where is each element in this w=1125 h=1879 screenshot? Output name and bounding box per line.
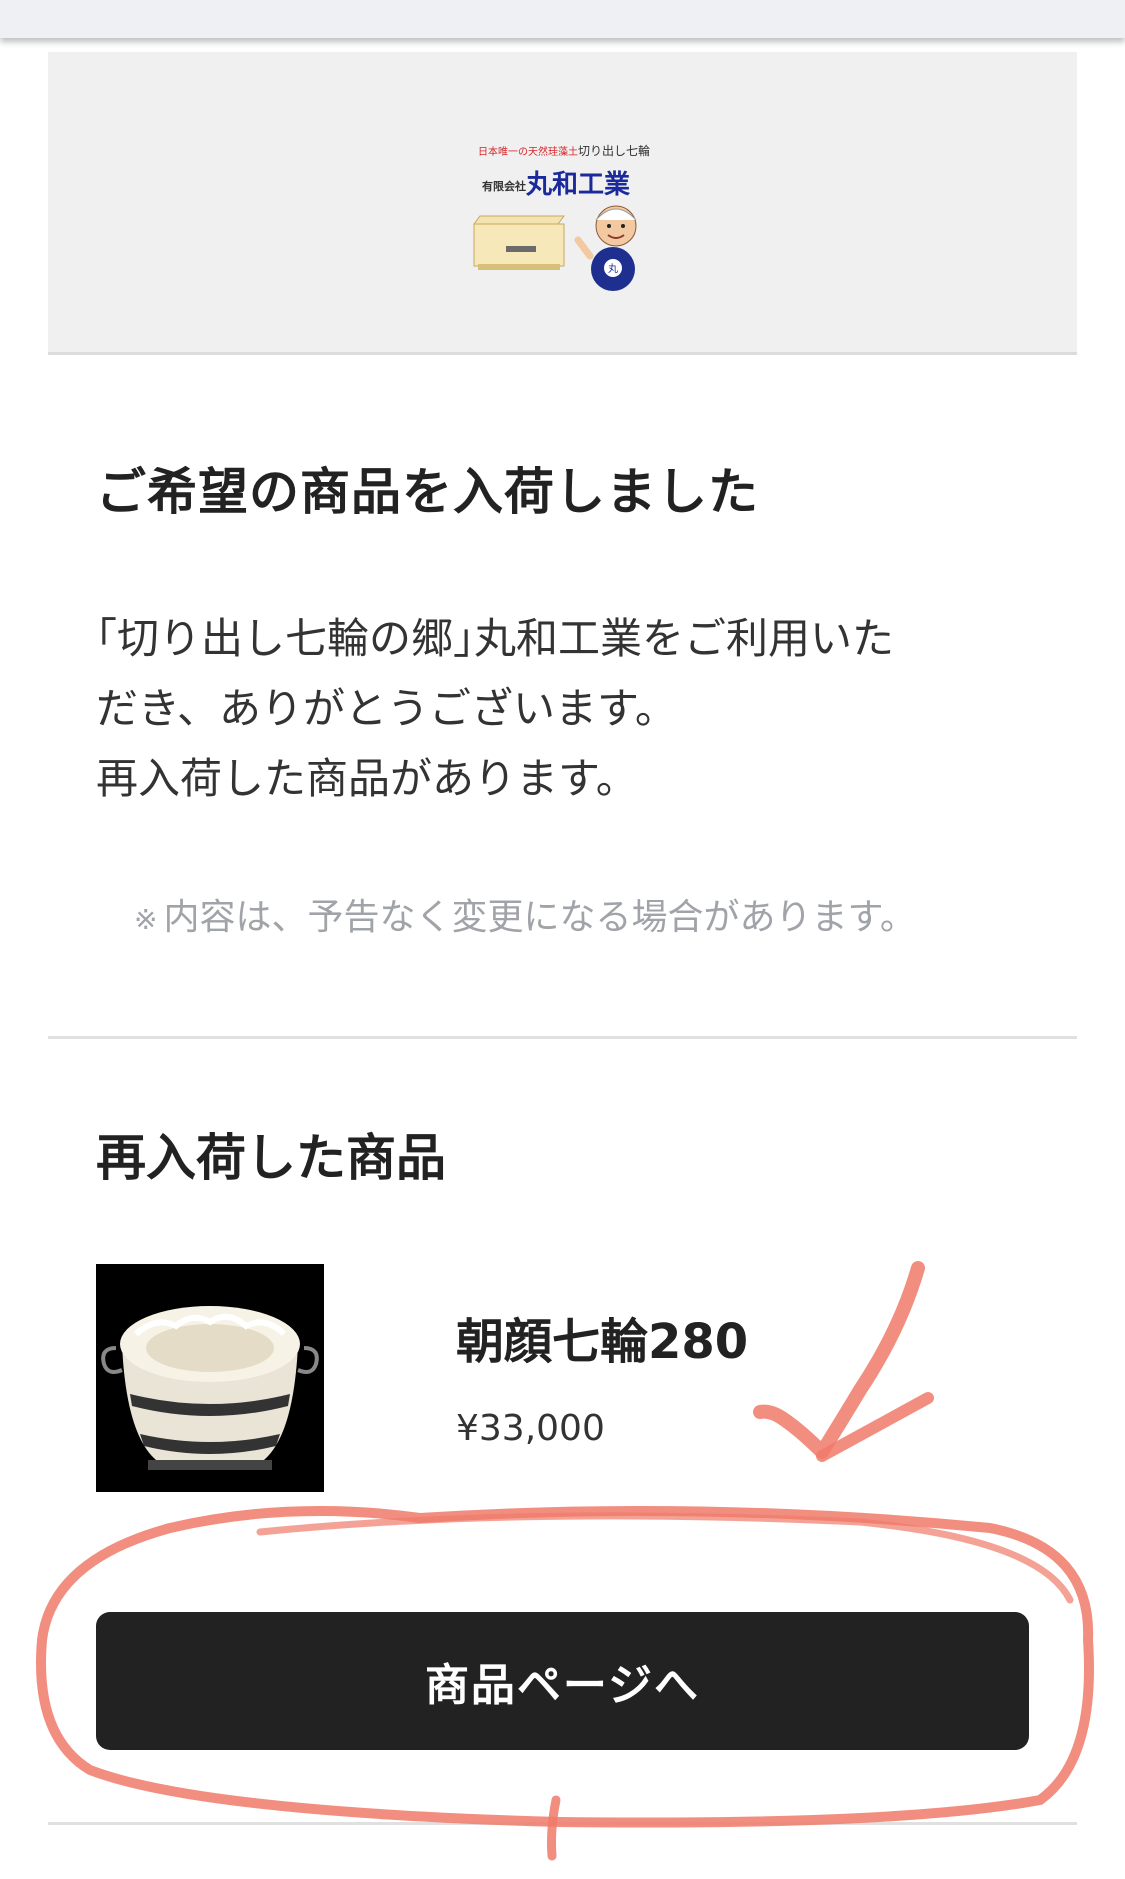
restock-heading: 再入荷した商品 — [96, 1129, 446, 1187]
change-notice: ※ 内容は、予告なく変更になる場合があります。 — [134, 888, 916, 940]
intro-line: ｢切り出し七輪の郷｣丸和工業をご利用いた — [96, 614, 895, 663]
intro-text: ｢切り出し七輪の郷｣丸和工業をご利用いた だき、ありがとうございます。 再入荷し… — [96, 604, 1036, 814]
section-divider — [48, 1822, 1077, 1825]
checkmark-annotation — [816, 1392, 934, 1462]
page-heading: ご希望の商品を入荷しました — [96, 463, 759, 521]
company-logo[interactable]: 日本唯一の天然珪藻土切り出し七輪 有限会社丸和工業 丸 — [468, 142, 658, 292]
intro-line: だき、ありがとうございます。 — [96, 684, 677, 733]
header-banner: 日本唯一の天然珪藻土切り出し七輪 有限会社丸和工業 丸 — [48, 52, 1077, 355]
product-price: ¥33,000 — [456, 1408, 605, 1449]
notice-text: 内容は、予告なく変更になる場合があります。 — [163, 897, 916, 938]
circle-annotation-tail — [547, 1795, 561, 1861]
product-name[interactable]: 朝顔七輪280 — [456, 1302, 748, 1372]
logo-tagline: 日本唯一の天然珪藻土切り出し七輪 — [478, 144, 651, 158]
shichirin-product-icon — [96, 1264, 324, 1492]
section-divider — [48, 1036, 1077, 1039]
browser-top-bar — [0, 0, 1125, 38]
svg-text:丸: 丸 — [608, 262, 618, 275]
mascot-illustration: 丸 — [473, 205, 637, 291]
notice-mark: ※ — [134, 903, 158, 936]
circle-annotation — [256, 1512, 1074, 1604]
intro-line: 再入荷した商品があります。 — [96, 754, 638, 803]
product-image[interactable] — [96, 1264, 324, 1492]
product-page-button[interactable]: 商品ページへ — [96, 1612, 1029, 1750]
checkmark-annotation — [753, 1261, 925, 1459]
